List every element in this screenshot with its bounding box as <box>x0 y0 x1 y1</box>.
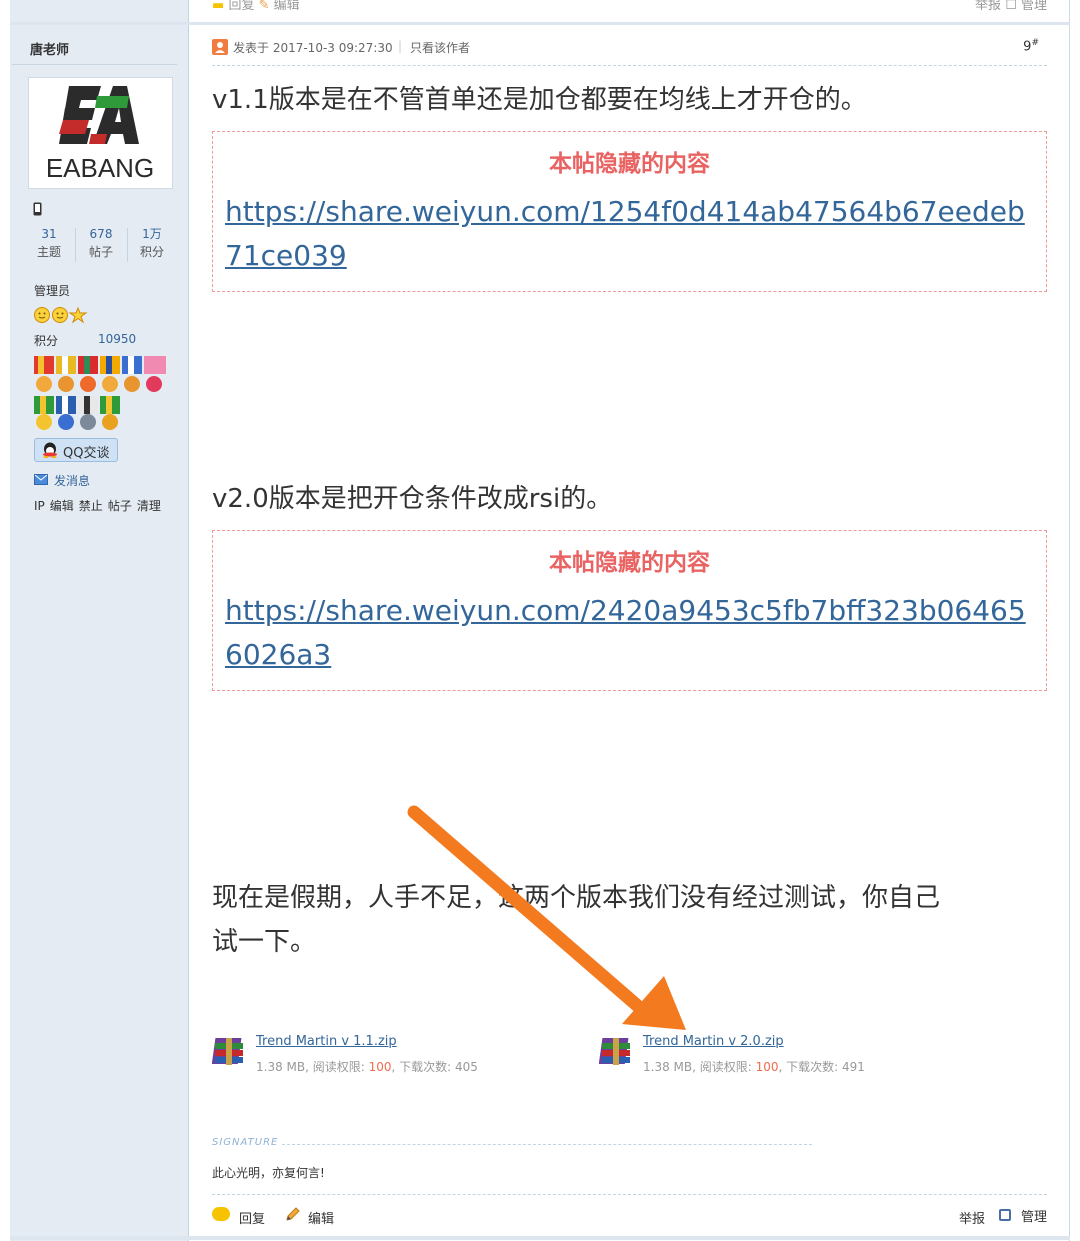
reply-icon[interactable] <box>212 1207 230 1221</box>
pencil-icon[interactable] <box>285 1206 301 1222</box>
medals-icon[interactable] <box>34 356 168 432</box>
author-divider <box>12 64 177 65</box>
attachment-2-meta: 1.38 MB, 阅读权限: 100, 下载次数: 491 <box>643 1060 865 1074</box>
hidden-content-title: 本帖隐藏的内容 <box>549 151 710 177</box>
post-divider-top <box>10 22 1070 25</box>
author-stats: 31 主题 678 帖子 1万 积分 <box>24 226 178 266</box>
manage-checkbox[interactable] <box>999 1209 1011 1221</box>
manage-label[interactable]: 管理 <box>1021 1206 1047 1225</box>
post-divider-bottom <box>10 1236 1070 1240</box>
hidden-link-1[interactable]: https://share.weiyun.com/1254f0d414ab475… <box>225 190 1037 278</box>
post-footer: 回复 编辑 举报 管理 <box>212 1206 1047 1228</box>
mobile-phone-icon <box>33 202 42 216</box>
header-divider <box>212 65 1047 66</box>
attachment-2: Trend Martin v 2.0.zip 1.38 MB, 阅读权限: 10… <box>599 1034 929 1078</box>
signature-divider <box>282 1144 812 1145</box>
envelope-icon <box>34 474 48 485</box>
credits-row: 积分 10950 <box>34 332 137 348</box>
prev-report-manage[interactable]: 举报 ☐ 管理 <box>975 0 1047 10</box>
post-header: 发表于 2017-10-3 09:27:30 | 只看该作者 9# <box>212 38 1047 58</box>
attachment-1-link[interactable]: Trend Martin v 1.1.zip <box>256 1034 397 1049</box>
rank-stars-icon <box>34 306 88 324</box>
previous-post-footer: ▬ 回复 ✎ 编辑 举报 ☐ 管理 <box>212 0 1047 10</box>
qq-penguin-icon <box>43 442 57 458</box>
post-date: 发表于 2017-10-3 09:27:30 <box>233 41 393 55</box>
hidden-content-title: 本帖隐藏的内容 <box>549 550 710 576</box>
post-paragraph-2: v2.0版本是把开仓条件改成rsi的。 <box>212 484 613 514</box>
attachment-1: Trend Martin v 1.1.zip 1.38 MB, 阅读权限: 10… <box>212 1034 542 1078</box>
winrar-archive-icon <box>212 1038 243 1065</box>
reply-button[interactable]: 回复 <box>239 1208 265 1227</box>
admin-links: IP 编辑 禁止 帖子 清理 <box>34 497 166 514</box>
stat-credits[interactable]: 1万 积分 <box>127 226 177 262</box>
hidden-link-2[interactable]: https://share.weiyun.com/2420a9453c5fb7b… <box>225 589 1037 677</box>
post-paragraph-3: 现在是假期，人手不足，这两个版本我们没有经过测试，你自己 试一下。 <box>212 883 941 957</box>
signature-label: SIGNATURE <box>212 1137 279 1148</box>
author-name[interactable]: 唐老师 <box>30 39 69 58</box>
attachment-1-meta: 1.38 MB, 阅读权限: 100, 下载次数: 405 <box>256 1060 478 1074</box>
attachment-2-link[interactable]: Trend Martin v 2.0.zip <box>643 1034 784 1049</box>
edit-button[interactable]: 编辑 <box>308 1208 334 1227</box>
qq-chat-button[interactable]: QQ交谈 <box>34 438 118 462</box>
post-paragraph-1: v1.1版本是在不管首单还是加仓都要在均线上才开仓的。 <box>212 85 867 115</box>
admin-clean-link[interactable]: 清理 <box>137 499 161 513</box>
admin-ip-link[interactable]: IP <box>34 499 45 513</box>
winrar-archive-icon <box>599 1038 630 1065</box>
stat-threads[interactable]: 31 主题 <box>24 226 74 262</box>
report-button[interactable]: 举报 <box>959 1208 985 1227</box>
hidden-content-box-1: 本帖隐藏的内容 https://share.weiyun.com/1254f0d… <box>212 131 1047 292</box>
stat-posts[interactable]: 678 帖子 <box>76 226 126 262</box>
prev-reply-button[interactable]: ▬ 回复 ✎ 编辑 <box>212 0 300 10</box>
admin-ban-link[interactable]: 禁止 <box>79 499 103 513</box>
hidden-content-box-2: 本帖隐藏的内容 https://share.weiyun.com/2420a94… <box>212 530 1047 691</box>
eabang-logo-icon: EABANG <box>46 86 154 183</box>
admin-posts-link[interactable]: 帖子 <box>108 499 132 513</box>
svg-text:EABANG: EABANG <box>46 153 154 183</box>
user-group[interactable]: 管理员 <box>34 282 70 299</box>
only-author-link[interactable]: 只看该作者 <box>410 39 470 56</box>
avatar[interactable]: EABANG <box>29 78 172 188</box>
author-online-icon <box>212 39 228 55</box>
footer-divider <box>212 1194 1047 1195</box>
admin-edit-link[interactable]: 编辑 <box>50 499 74 513</box>
floor-number[interactable]: 9# <box>1023 38 1039 54</box>
signature-text: 此心光明，亦复何言! <box>212 1166 325 1180</box>
